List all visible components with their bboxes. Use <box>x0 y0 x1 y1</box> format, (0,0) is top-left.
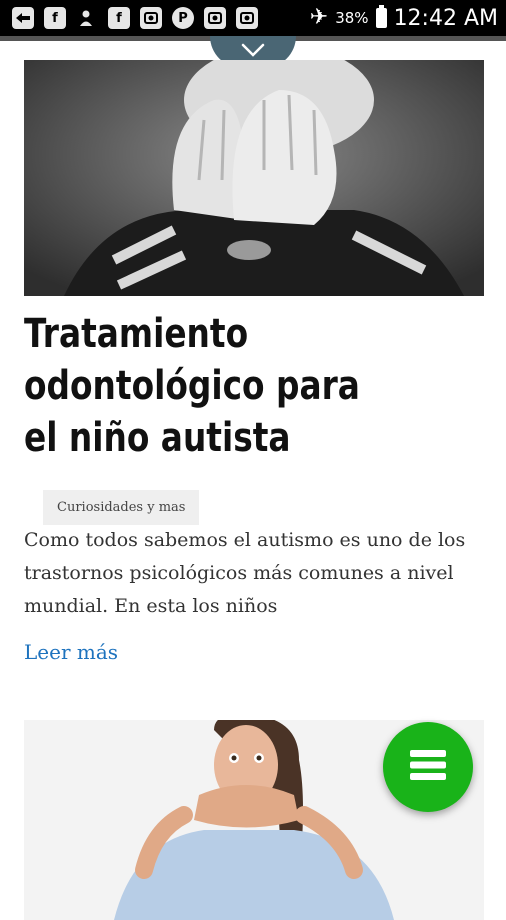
airplane-icon: ✈ <box>309 5 329 30</box>
article-image[interactable] <box>24 60 484 296</box>
battery-percent: 38% <box>335 9 369 27</box>
read-more-link[interactable]: Leer más <box>24 640 118 664</box>
facebook-icon: f <box>108 7 130 29</box>
menu-fab-button[interactable] <box>383 722 473 812</box>
child-covering-eyes-photo <box>24 60 484 296</box>
article-title[interactable]: Tratamiento odontológico para el niño au… <box>24 308 401 464</box>
camera-icon <box>236 7 258 29</box>
clock: 12:42 AM <box>393 5 498 31</box>
battery-icon <box>375 5 387 28</box>
facebook-icon: f <box>44 7 66 29</box>
camera-icon <box>140 7 162 29</box>
category-tag[interactable]: Curiosidades y mas <box>43 490 200 525</box>
menu-icon <box>408 747 448 788</box>
camera-icon <box>204 7 226 29</box>
status-right: ✈ 38% 12:42 AM <box>309 5 498 31</box>
status-bar: f f P ✈ 38% 12:42 AM <box>0 0 506 36</box>
share-icon <box>12 7 34 29</box>
article-excerpt: Como todos sabemos el autismo es uno de … <box>24 529 466 617</box>
user-add-icon <box>76 7 98 29</box>
pinterest-icon: P <box>172 7 194 29</box>
notification-icons: f f P <box>12 7 258 29</box>
